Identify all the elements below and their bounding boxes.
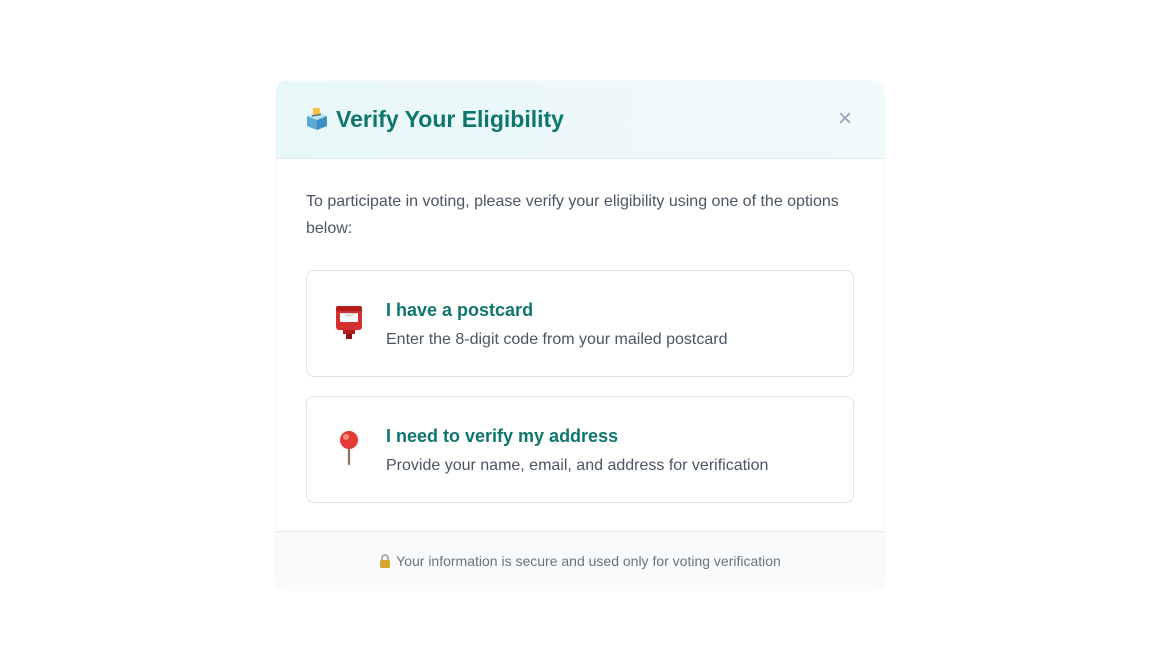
ballot-box-icon	[307, 107, 327, 130]
lock-icon	[380, 554, 391, 568]
option-description: Provide your name, email, and address fo…	[386, 457, 769, 474]
close-button[interactable]: ×	[832, 105, 858, 133]
modal-header: Verify Your Eligibility ×	[276, 81, 884, 159]
close-icon[interactable]: ×	[838, 105, 852, 132]
option-verify-address[interactable]: I need to verify my address Provide your…	[306, 396, 854, 503]
security-note: Your information is secure and used only…	[276, 552, 884, 570]
eligibility-modal: Verify Your Eligibility × To participate…	[276, 81, 884, 590]
option-title: I have a postcard	[386, 300, 534, 320]
intro-text: To participate in voting, please verify …	[306, 193, 839, 237]
option-postcard[interactable]: I have a postcard Enter the 8-digit code…	[306, 270, 854, 377]
postbox-icon	[336, 306, 362, 339]
modal-footer: Your information is secure and used only…	[276, 531, 884, 590]
option-title: I need to verify my address	[386, 426, 619, 446]
round-pushpin-icon	[340, 431, 358, 466]
modal-title: Verify Your Eligibility	[336, 106, 564, 132]
security-note-text: Your information is secure and used only…	[396, 553, 781, 569]
option-description: Enter the 8-digit code from your mailed …	[386, 331, 728, 348]
